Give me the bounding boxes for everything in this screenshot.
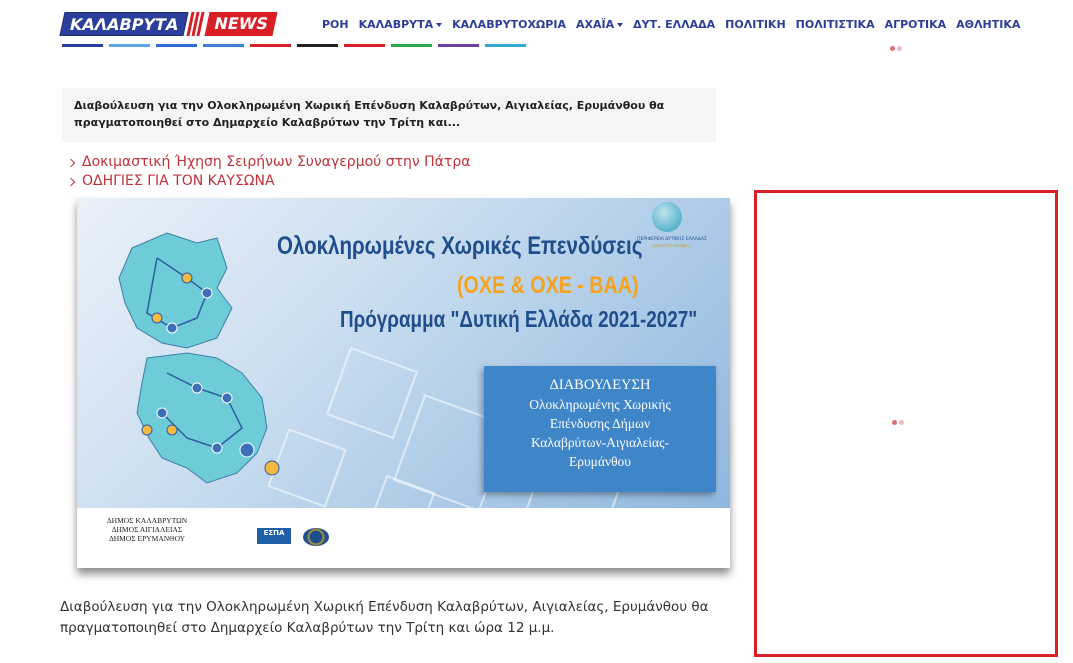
nav-item-label: ΑΧΑΪΑ — [575, 18, 615, 31]
main-nav: ΡΟΗ ΚΑΛΑΒΡΥΤΑ ΚΑΛΑΒΡΥΤΟΧΩΡΙΑ ΑΧΑΪΑ ΔΥΤ. … — [322, 18, 1020, 31]
nav-item-kalavryta[interactable]: ΚΑΛΑΒΡΥΤΑ — [359, 18, 443, 31]
strip-segment — [250, 44, 291, 47]
chevron-right-icon — [66, 158, 76, 167]
strip-segment — [391, 44, 432, 47]
consultation-box: ΔΙΑΒΟΥΛΕΥΣΗ Ολοκληρωμένης Χωρικής Επένδυ… — [484, 366, 716, 492]
espa-logo: ΕΣΠΑ — [257, 528, 291, 544]
logo-main-text: ΚΑΛΑΒΡΥΤΑ — [59, 12, 189, 36]
municipalities-list: ΔΗΜΟΣ ΚΑΛΑΒΡΥΤΩΝ ΔΗΜΟΣ ΑΙΓΙΑΛΕΙΑΣ ΔΗΜΟΣ … — [77, 516, 217, 543]
loading-dots-icon — [890, 46, 902, 51]
strip-segment — [156, 44, 197, 47]
logo-news-text: NEWS — [204, 12, 278, 36]
municipality-name: ΔΗΜΟΣ ΚΑΛΑΒΡΥΤΩΝ — [106, 516, 188, 525]
nav-item-label: ΚΑΛΑΒΡΥΤΑ — [358, 18, 434, 31]
strip-segment — [109, 44, 150, 47]
chevron-right-icon — [66, 177, 76, 186]
strip-segment — [203, 44, 244, 47]
article-body: Διαβούλευση για την Ολοκληρωμένη Χωρική … — [60, 599, 709, 636]
nav-item-label: ΔΥΤ. ΕΛΛΑΔΑ — [633, 18, 716, 31]
nav-item-label: ΑΓΡΟΤΙΚΑ — [884, 18, 947, 31]
sidebar-ad-slot[interactable] — [754, 190, 1058, 657]
nav-item-politistika[interactable]: ΠΟΛΙΤΙΣΤΙΚΑ — [796, 18, 875, 31]
municipality-name: ΔΗΜΟΣ ΑΙΓΙΑΛΕΙΑΣ — [111, 525, 183, 534]
logo-bars — [186, 12, 207, 36]
related-link-label: ΟΔΗΓΙΕΣ ΓΙΑ ΤΟΝ ΚΑΥΣΩΝΑ — [82, 173, 275, 189]
caret-down-icon — [436, 22, 443, 27]
image-title-1: Ολοκληρωμένες Χωρικές Επενδύσεις — [277, 232, 643, 260]
loading-dots-icon — [892, 420, 904, 425]
site-header: ΚΑΛΑΒΡΥΤΑ NEWS ΡΟΗ ΚΑΛΑΒΡΥΤΑ ΚΑΛΑΒΡΥΤΟΧΩ… — [0, 0, 1073, 48]
strip-segment — [62, 44, 103, 47]
region-logo-icon — [652, 202, 682, 232]
site-logo[interactable]: ΚΑΛΑΒΡΥΤΑ NEWS — [59, 12, 278, 36]
image-title-3: Πρόγραμμα "Δυτική Ελλάδα 2021-2027" — [340, 306, 698, 332]
caret-down-icon — [617, 22, 624, 27]
consultation-line: Ολοκληρωμένης Χωρικής — [529, 397, 671, 412]
eu-flag-icon — [303, 528, 329, 546]
nav-item-roi[interactable]: ΡΟΗ — [322, 18, 349, 31]
nav-item-label: ΠΟΛΙΤΙΣΤΙΚΑ — [795, 18, 875, 31]
nav-item-politiki[interactable]: ΠΟΛΙΤΙΚΗ — [725, 18, 786, 31]
consultation-line: ΔΙΑΒΟΥΛΕΥΣΗ — [549, 377, 651, 393]
nav-item-label: ΠΟΛΙΤΙΚΗ — [725, 18, 786, 31]
nav-item-kalavrytochoria[interactable]: ΚΑΛΑΒΡΥΤΟΧΩΡΙΑ — [452, 18, 566, 31]
related-link-label: Δοκιμαστική Ήχηση Σειρήνων Συναγερμού στ… — [82, 154, 471, 170]
strip-segment — [344, 44, 385, 47]
related-link[interactable]: ΟΔΗΓΙΕΣ ΓΙΑ ΤΟΝ ΚΑΥΣΩΝΑ — [66, 172, 470, 191]
related-links: Δοκιμαστική Ήχηση Σειρήνων Συναγερμού στ… — [66, 153, 471, 191]
consultation-line: Καλαβρύτων-Αιγιαλείας- — [531, 435, 669, 450]
image-title-2: (ΟΧΕ & ΟΧΕ - ΒΑΑ) — [457, 272, 639, 299]
strip-segment — [485, 44, 526, 47]
nav-item-label: ΚΑΛΑΒΡΥΤΟΧΩΡΙΑ — [452, 18, 566, 31]
nav-item-label: ΡΟΗ — [322, 18, 349, 31]
article-summary: Διαβούλευση για την Ολοκληρωμένη Χωρική … — [62, 88, 716, 142]
municipality-name: ΔΗΜΟΣ ΕΡΥΜΑΝΘΟΥ — [108, 534, 186, 543]
strip-segment — [297, 44, 338, 47]
article-featured-image[interactable]: ΠΕΡΙΦΕΡΕΙΑ ΔΥΤΙΚΗΣ ΕΛΛΑΔΑΣ μπροστά σκέψε… — [77, 198, 730, 568]
category-color-strip — [62, 44, 526, 47]
consultation-line: Ερυμάνθου — [569, 454, 631, 469]
nav-item-dyt-ellada[interactable]: ΔΥΤ. ΕΛΛΑΔΑ — [633, 18, 715, 31]
nav-item-achaia[interactable]: ΑΧΑΪΑ — [575, 18, 624, 31]
nav-item-athlitika[interactable]: ΑΘΛΗΤΙΚΑ — [956, 18, 1020, 31]
related-link[interactable]: Δοκιμαστική Ήχηση Σειρήνων Συναγερμού στ… — [66, 153, 471, 172]
nav-item-agrotika[interactable]: ΑΓΡΟΤΙΚΑ — [885, 18, 947, 31]
consultation-line: Επένδυσης Δήμων — [549, 416, 651, 431]
region-slogan: μπροστά σκέψεις! — [651, 244, 693, 249]
strip-segment — [438, 44, 479, 47]
nav-item-label: ΑΘΛΗΤΙΚΑ — [956, 18, 1021, 31]
